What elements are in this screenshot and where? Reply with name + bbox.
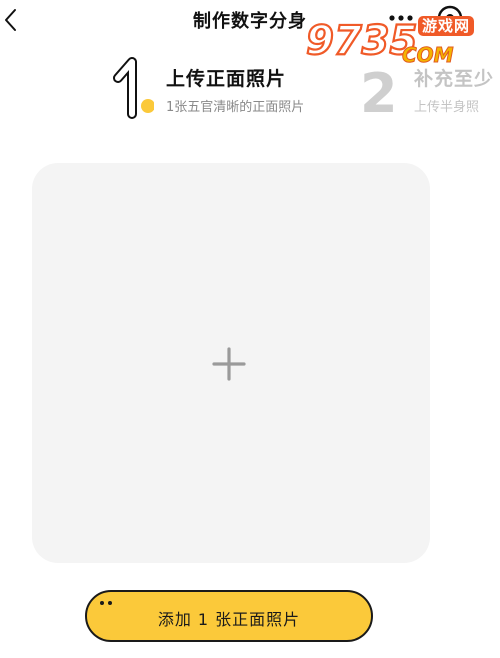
plus-icon	[212, 347, 246, 381]
step-number-1	[110, 56, 155, 122]
add-front-photo-label: 添加 1 张正面照片	[157, 610, 301, 629]
watermark-site-label: 游戏网	[418, 16, 475, 36]
add-front-photo-button[interactable]: 添加 1 张正面照片	[85, 590, 373, 642]
svg-text:2: 2	[360, 62, 398, 122]
step-2-subtitle: 上传半身照	[414, 100, 480, 115]
step-2: 2 补充至少 上传半身照	[358, 56, 500, 126]
step-1-subtitle: 1张五官清晰的正面照片	[166, 100, 305, 115]
step-number-2: 2	[358, 56, 402, 125]
step-1-title: 上传正面照片	[166, 68, 287, 90]
step-2-title: 补充至少	[414, 68, 495, 90]
step-1: 上传正面照片 1张五官清晰的正面照片	[110, 56, 340, 126]
